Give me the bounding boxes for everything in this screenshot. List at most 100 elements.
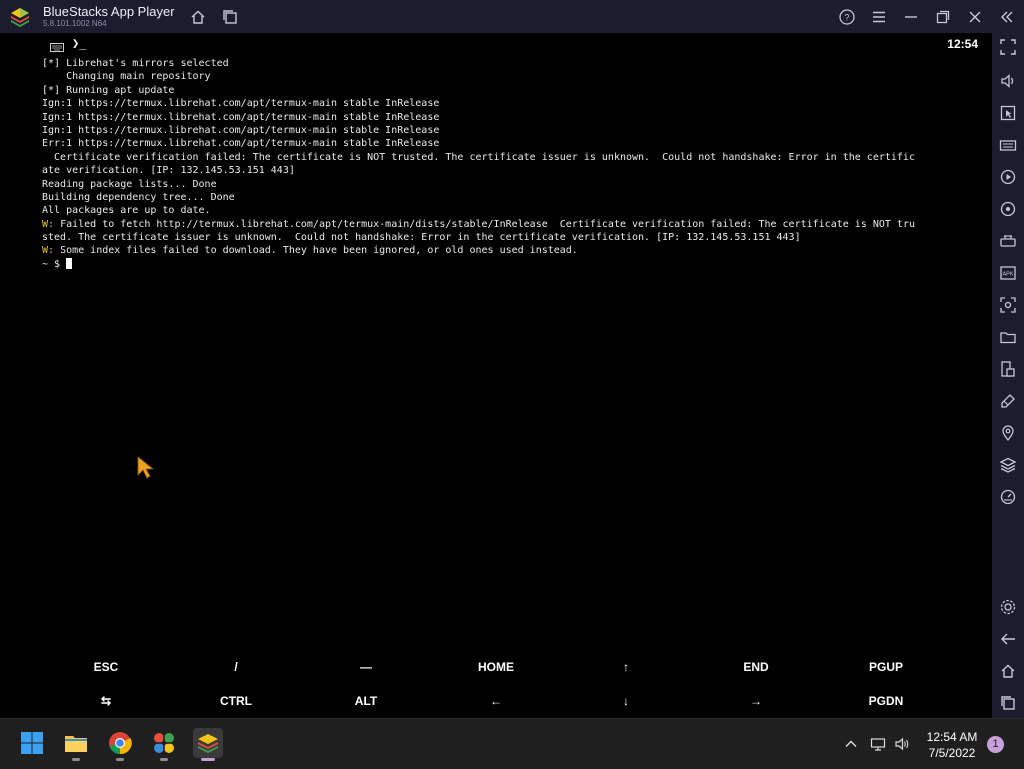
back-icon[interactable] [999, 630, 1017, 648]
multi-instance-manager-icon[interactable] [999, 360, 1017, 378]
terminal-line: ate verification. [IP: 132.145.53.151 44… [42, 164, 987, 177]
pointer-mode-icon[interactable] [999, 104, 1017, 122]
help-icon[interactable]: ? [838, 8, 856, 26]
terminal-line: W: Failed to fetch http://termux.libreha… [42, 218, 987, 231]
warning-prefix: W: [42, 245, 55, 257]
svg-text:APK: APK [1002, 272, 1013, 278]
android-home-icon[interactable] [999, 662, 1017, 680]
terminal-line-text: sted. The certificate issuer is unknown.… [42, 232, 801, 244]
menu-icon[interactable] [870, 8, 888, 26]
terminal-line-text: All packages are up to date. [42, 205, 211, 217]
terminal-line: [*] Running apt update [42, 84, 987, 97]
terminal-line: All packages are up to date. [42, 204, 987, 217]
android-screen[interactable]: ❯_ 12:54 [*] Librehat's mirrors selected… [32, 33, 992, 718]
collapse-sidebar-icon[interactable] [998, 8, 1016, 26]
terminal-line-text: Changing main repository [42, 71, 211, 83]
svg-text:?: ? [844, 13, 849, 23]
window-title: BlueStacks App Player [43, 4, 175, 19]
notification-badge[interactable]: 1 [987, 736, 1004, 753]
multi-instance-icon[interactable] [221, 8, 239, 26]
extra-key[interactable]: ↓ [561, 684, 691, 718]
performance-icon[interactable] [999, 488, 1017, 506]
macro-recorder-icon[interactable] [999, 168, 1017, 186]
folder-icon[interactable] [999, 328, 1017, 346]
keyboard-controls-icon[interactable] [999, 136, 1017, 154]
extra-key[interactable]: ⇆ [41, 684, 171, 718]
mouse-pointer-icon [137, 456, 155, 480]
terminal-line: Ign:1 https://termux.librehat.com/apt/te… [42, 124, 987, 137]
bluestacks-taskbar-icon[interactable] [193, 728, 223, 761]
terminal-line-text: Building dependency tree... Done [42, 191, 235, 203]
terminal-line-text: Certificate verification failed: The cer… [42, 151, 915, 163]
extra-key[interactable]: ALT [301, 684, 431, 718]
terminal-line: Ign:1 https://termux.librehat.com/apt/te… [42, 111, 987, 124]
status-bar-time: 12:54 [947, 37, 978, 51]
minimize-icon[interactable] [902, 8, 920, 26]
extra-key[interactable]: ↑ [561, 650, 691, 684]
extra-key[interactable]: ← [431, 684, 561, 718]
extra-key[interactable]: PGDN [821, 684, 951, 718]
settings-icon[interactable] [999, 598, 1017, 616]
terminal-output[interactable]: [*] Librehat's mirrors selected Changing… [42, 57, 987, 271]
terminal-line-text: Failed to fetch http://termux.librehat.c… [54, 218, 915, 230]
extra-key[interactable]: HOME [431, 650, 561, 684]
keyboard-icon[interactable] [50, 39, 64, 57]
terminal-line: Building dependency tree... Done [42, 191, 987, 204]
volume-icon[interactable] [999, 72, 1017, 90]
termux-notification-icon: ❯_ [72, 36, 87, 50]
restore-icon[interactable] [934, 8, 952, 26]
location-icon[interactable] [999, 424, 1017, 442]
home-icon[interactable] [189, 8, 207, 26]
text-cursor [66, 257, 73, 269]
prompt-line[interactable]: ~ $ [42, 257, 987, 271]
network-icon[interactable] [870, 736, 886, 752]
show-hidden-icons-icon[interactable] [843, 736, 859, 752]
eco-mode-icon[interactable] [999, 392, 1017, 410]
bluestacks-logo-icon [8, 5, 32, 29]
extra-key[interactable]: ESC [41, 650, 171, 684]
extra-key[interactable]: END [691, 650, 821, 684]
install-apk-icon[interactable]: APK [999, 264, 1017, 282]
terminal-line: Changing main repository [42, 70, 987, 83]
layers-icon[interactable] [999, 456, 1017, 474]
speaker-icon[interactable] [894, 736, 910, 752]
extra-keys-bar: ESC / — HOME ↑ END PGUP ⇆ CTRL ALT ← ↓ → PGDN [32, 650, 992, 718]
terminal-line-text: Ign:1 https://termux.librehat.com/apt/te… [42, 124, 440, 136]
fullscreen-icon[interactable] [999, 38, 1017, 56]
taskbar-clock-date[interactable]: 7/5/2022 [920, 746, 984, 760]
terminal-line: Reading package lists... Done [42, 178, 987, 191]
terminal-line-text: Ign:1 https://termux.librehat.com/apt/te… [42, 111, 440, 123]
terminal-line-text: [*] Running apt update [42, 84, 175, 96]
terminal-line: Certificate verification failed: The cer… [42, 151, 987, 164]
bluestacks-sidebar: APK [992, 33, 1024, 718]
recent-apps-icon[interactable] [999, 694, 1017, 712]
screenshot-icon[interactable] [999, 296, 1017, 314]
terminal-line: sted. The certificate issuer is unknown.… [42, 231, 987, 244]
terminal-line-text: Ign:1 https://termux.librehat.com/apt/te… [42, 98, 440, 110]
game-controls-icon[interactable] [999, 232, 1017, 250]
title-bar: BlueStacks App Player 5.8.101.1002 N64 ? [0, 0, 1024, 33]
chrome-icon[interactable] [105, 728, 135, 761]
extra-key[interactable]: CTRL [171, 684, 301, 718]
rotate-icon[interactable] [999, 200, 1017, 218]
app-version: 5.8.101.1002 N64 [43, 19, 107, 28]
terminal-line-text: Err:1 https://termux.librehat.com/apt/te… [42, 138, 440, 150]
shell-prompt: ~ $ [42, 258, 67, 270]
extra-key[interactable]: / [171, 650, 301, 684]
terminal-line: W: Some index files failed to download. … [42, 244, 987, 257]
extra-key[interactable]: PGUP [821, 650, 951, 684]
terminal-line-text: Reading package lists... Done [42, 178, 217, 190]
taskbar-clock-time[interactable]: 12:54 AM [920, 730, 984, 744]
terminal-line-text: Some index files failed to download. The… [54, 245, 578, 257]
file-explorer-icon[interactable] [61, 728, 91, 761]
extra-key[interactable]: — [301, 650, 431, 684]
multi-instance-app-icon[interactable] [149, 728, 179, 761]
terminal-line-text: ate verification. [IP: 132.145.53.151 44… [42, 165, 295, 177]
terminal-line: Err:1 https://termux.librehat.com/apt/te… [42, 137, 987, 150]
terminal-line-text: [*] Librehat's mirrors selected [42, 58, 229, 69]
extra-key[interactable]: → [691, 684, 821, 718]
close-icon[interactable] [966, 8, 984, 26]
windows-taskbar: 12:54 AM 7/5/2022 1 [0, 718, 1024, 769]
start-menu-icon[interactable] [17, 728, 47, 758]
terminal-line: [*] Librehat's mirrors selected [42, 57, 987, 70]
